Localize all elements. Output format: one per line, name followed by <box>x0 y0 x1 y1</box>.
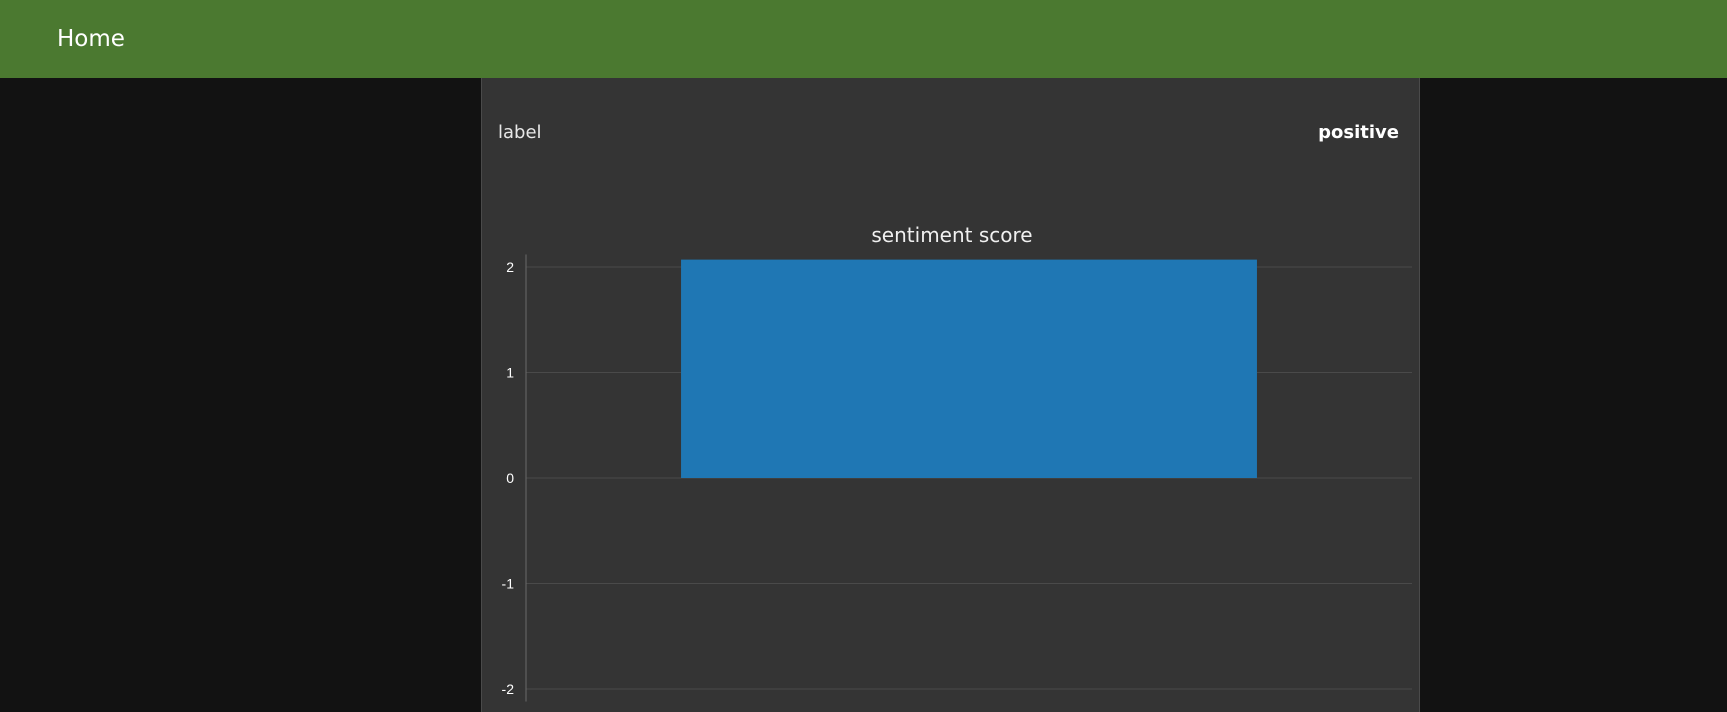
home-link[interactable]: Home <box>57 24 125 54</box>
y-tick-label: -2 <box>502 681 515 697</box>
sentiment-bar[interactable] <box>681 259 1257 478</box>
y-tick-label: -1 <box>502 576 515 592</box>
sentiment-score-chart: sentiment score 2 1 0 -1 -2 <box>502 223 1412 702</box>
top-navigation-bar: Home <box>0 0 1727 78</box>
y-tick-label: 2 <box>506 259 514 275</box>
chart-title: sentiment score <box>871 223 1032 247</box>
result-panel: label positive sentiment score 2 1 0 -1 -2 <box>481 78 1420 712</box>
y-tick-label: 0 <box>506 470 514 486</box>
y-tick-label: 1 <box>506 365 514 381</box>
